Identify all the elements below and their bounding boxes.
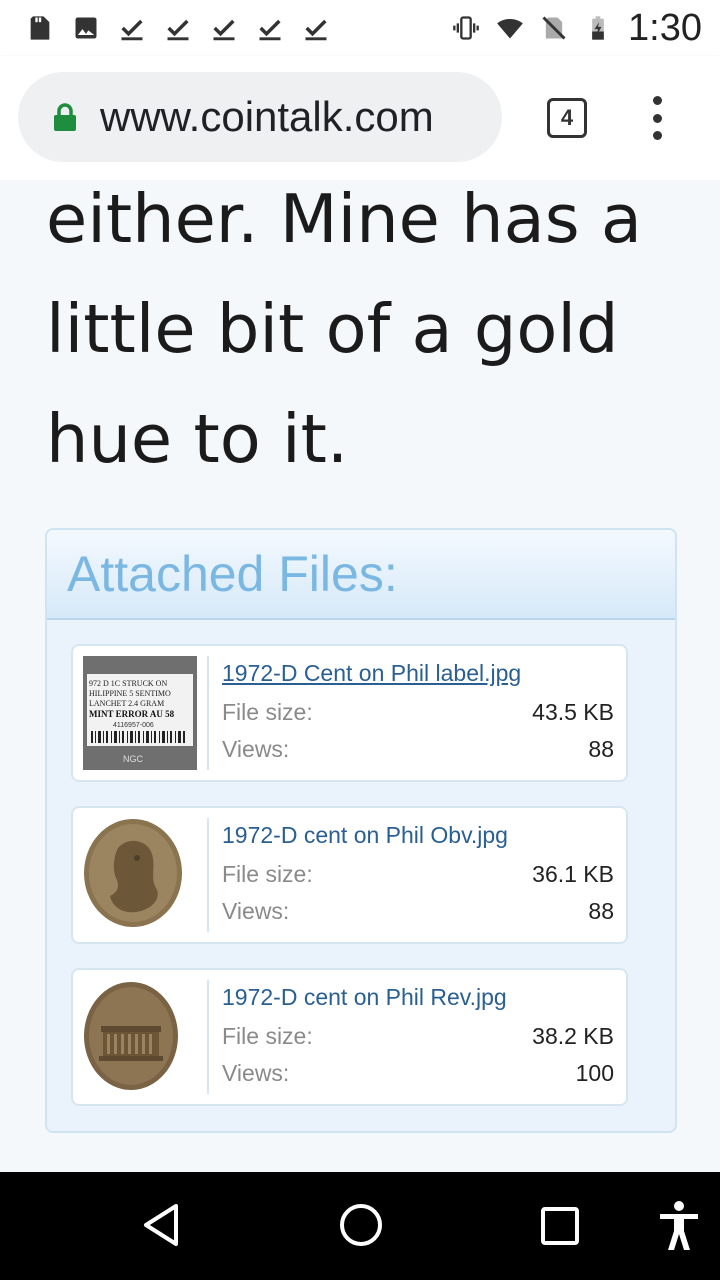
system-icons: 1:30 [452, 7, 720, 50]
label-line: 972 D 1C STRUCK ON [89, 679, 167, 688]
label-line: NGC [123, 754, 144, 764]
label-line: LANCHET 2.4 GRAM [89, 699, 164, 708]
views-label: Views: [222, 736, 290, 762]
attachment-item: 1972-D cent on Phil Obv.jpg File size: 3… [71, 806, 628, 944]
download-done-icon [121, 19, 143, 41]
more-vert-icon[interactable] [640, 96, 674, 140]
attachment-thumbnail-obverse[interactable] [83, 818, 209, 932]
download-done-icon [259, 19, 281, 41]
file-size-value: 36.1 KB [532, 861, 614, 887]
accessibility-icon[interactable] [656, 1200, 702, 1252]
address-bar[interactable]: www.cointalk.com [18, 72, 502, 162]
attached-files-panel: Attached Files: 972 D 1C STRUCK ON HILIP… [45, 528, 677, 1133]
recents-icon[interactable] [540, 1206, 580, 1246]
attachment-item: 1972-D cent on Phil Rev.jpg File size: 3… [71, 968, 628, 1106]
views-label: Views: [222, 1060, 290, 1086]
no-sim-icon [542, 16, 566, 40]
attachment-thumbnail-label[interactable]: 972 D 1C STRUCK ON HILIPPINE 5 SENTIMO L… [83, 656, 209, 770]
attachment-link[interactable]: 1972-D Cent on Phil label.jpg [222, 660, 521, 687]
image-icon [75, 17, 97, 39]
views-value: 88 [588, 898, 614, 924]
views-label: Views: [222, 898, 290, 924]
views-value: 100 [575, 1060, 614, 1086]
views-value: 88 [588, 736, 614, 762]
download-done-icon [213, 19, 235, 41]
file-size-label: File size: [222, 699, 313, 725]
attachment-link[interactable]: 1972-D cent on Phil Rev.jpg [222, 984, 507, 1011]
wifi-icon [497, 18, 523, 39]
status-bar: 1:30 [0, 0, 720, 56]
label-line: 4116957-006 [113, 722, 154, 729]
file-size-label: File size: [222, 861, 313, 887]
navigation-bar [0, 1172, 720, 1280]
attachment-thumbnail-reverse[interactable] [83, 980, 209, 1094]
notification-icons [0, 14, 330, 42]
attachment-link[interactable]: 1972-D cent on Phil Obv.jpg [222, 822, 508, 849]
file-size-value: 43.5 KB [532, 699, 614, 725]
post-body-text: either. Mine has a little bit of a gold … [46, 180, 642, 478]
label-line: HILIPPINE 5 SENTIMO [89, 689, 171, 698]
vibrate-icon [453, 16, 479, 40]
attached-files-title: Attached Files: [67, 546, 398, 602]
back-icon[interactable] [140, 1202, 182, 1248]
attached-files-header: Attached Files: [47, 530, 675, 620]
file-size-label: File size: [222, 1023, 313, 1049]
sd-card-icon [30, 16, 50, 40]
url-text: www.cointalk.com [100, 93, 434, 140]
attachment-item: 972 D 1C STRUCK ON HILIPPINE 5 SENTIMO L… [71, 644, 628, 782]
download-done-icon [167, 19, 189, 41]
file-size-value: 38.2 KB [532, 1023, 614, 1049]
page-content: either. Mine has a little bit of a gold … [0, 180, 720, 1172]
battery-charging-icon [592, 16, 604, 40]
label-line: MINT ERROR AU 58 [89, 709, 175, 719]
lock-icon [54, 103, 76, 131]
download-done-icon [305, 19, 327, 41]
browser-toolbar: www.cointalk.com 4 [0, 56, 720, 180]
clock: 1:30 [628, 6, 702, 49]
tab-switcher-button[interactable]: 4 [547, 98, 587, 138]
home-icon[interactable] [338, 1202, 384, 1248]
